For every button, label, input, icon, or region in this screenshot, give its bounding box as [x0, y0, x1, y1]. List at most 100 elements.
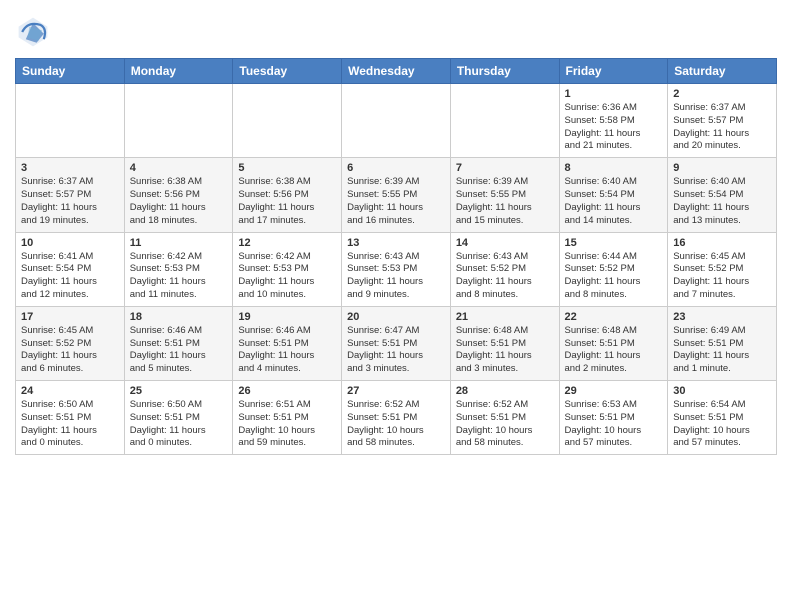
- calendar-row-4: 24 Sunrise: 6:50 AMSunset: 5:51 PMDayligh…: [16, 381, 777, 455]
- day-number: 9: [673, 162, 771, 174]
- day-info: Sunrise: 6:43 AMSunset: 5:53 PMDaylight:…: [347, 251, 445, 302]
- weekday-header-saturday: Saturday: [668, 59, 777, 84]
- calendar-cell-3-6: 23Sunrise: 6:49 AMSunset: 5:51 PMDayligh…: [668, 306, 777, 380]
- day-info: Sunrise: 6:50 AMSunset: 5:51 PMDaylight:…: [130, 399, 228, 450]
- calendar-cell-3-5: 22 Sunrise: 6:48 AMSunset: 5:51 PMDayligh…: [559, 306, 668, 380]
- calendar-cell-4-0: 24 Sunrise: 6:50 AMSunset: 5:51 PMDayligh…: [16, 381, 125, 455]
- weekday-header-wednesday: Wednesday: [342, 59, 451, 84]
- day-number: 12: [238, 237, 336, 249]
- day-number: 6: [347, 162, 445, 174]
- logo-icon: [15, 14, 51, 50]
- day-number: 24: [21, 385, 119, 397]
- day-info: Sunrise: 6:37 AMSunset: 5:57 PMDaylight:…: [21, 176, 119, 227]
- day-number: 14: [456, 237, 554, 249]
- calendar-cell-0-1: [124, 84, 233, 158]
- calendar-cell-2-3: 13 Sunrise: 6:43 AMSunset: 5:53 PMDayligh…: [342, 232, 451, 306]
- day-info: Sunrise: 6:47 AMSunset: 5:51 PMDaylight:…: [347, 325, 445, 376]
- header: [15, 10, 777, 50]
- day-info: Sunrise: 6:38 AMSunset: 5:56 PMDaylight:…: [130, 176, 228, 227]
- calendar-row-3: 17 Sunrise: 6:45 AMSunset: 5:52 PMDayligh…: [16, 306, 777, 380]
- day-number: 30: [673, 385, 771, 397]
- day-info: Sunrise: 6:45 AMSunset: 5:52 PMDaylight:…: [673, 251, 771, 302]
- day-number: 16: [673, 237, 771, 249]
- day-info: Sunrise: 6:43 AMSunset: 5:52 PMDaylight:…: [456, 251, 554, 302]
- calendar-cell-4-6: 30Sunrise: 6:54 AMSunset: 5:51 PMDayligh…: [668, 381, 777, 455]
- day-info: Sunrise: 6:46 AMSunset: 5:51 PMDaylight:…: [238, 325, 336, 376]
- day-number: 1: [565, 88, 663, 100]
- calendar-cell-1-4: 7 Sunrise: 6:39 AMSunset: 5:55 PMDaylight…: [450, 158, 559, 232]
- day-info: Sunrise: 6:37 AMSunset: 5:57 PMDaylight:…: [673, 102, 771, 153]
- day-number: 10: [21, 237, 119, 249]
- page: SundayMondayTuesdayWednesdayThursdayFrid…: [0, 0, 792, 470]
- day-number: 13: [347, 237, 445, 249]
- day-number: 28: [456, 385, 554, 397]
- day-info: Sunrise: 6:40 AMSunset: 5:54 PMDaylight:…: [565, 176, 663, 227]
- calendar-cell-2-2: 12Sunrise: 6:42 AMSunset: 5:53 PMDayligh…: [233, 232, 342, 306]
- calendar-cell-3-4: 21Sunrise: 6:48 AMSunset: 5:51 PMDayligh…: [450, 306, 559, 380]
- calendar-cell-3-1: 18Sunrise: 6:46 AMSunset: 5:51 PMDayligh…: [124, 306, 233, 380]
- day-number: 22: [565, 311, 663, 323]
- day-number: 15: [565, 237, 663, 249]
- day-info: Sunrise: 6:45 AMSunset: 5:52 PMDaylight:…: [21, 325, 119, 376]
- day-info: Sunrise: 6:42 AMSunset: 5:53 PMDaylight:…: [130, 251, 228, 302]
- day-number: 18: [130, 311, 228, 323]
- day-number: 23: [673, 311, 771, 323]
- calendar-cell-0-3: [342, 84, 451, 158]
- calendar-cell-1-3: 6 Sunrise: 6:39 AMSunset: 5:55 PMDaylight…: [342, 158, 451, 232]
- day-info: Sunrise: 6:50 AMSunset: 5:51 PMDaylight:…: [21, 399, 119, 450]
- calendar-cell-2-5: 15Sunrise: 6:44 AMSunset: 5:52 PMDayligh…: [559, 232, 668, 306]
- day-number: 3: [21, 162, 119, 174]
- day-number: 20: [347, 311, 445, 323]
- calendar-cell-4-1: 25Sunrise: 6:50 AMSunset: 5:51 PMDayligh…: [124, 381, 233, 455]
- calendar-cell-1-6: 9 Sunrise: 6:40 AMSunset: 5:54 PMDaylight…: [668, 158, 777, 232]
- day-info: Sunrise: 6:48 AMSunset: 5:51 PMDaylight:…: [565, 325, 663, 376]
- day-number: 29: [565, 385, 663, 397]
- weekday-header-sunday: Sunday: [16, 59, 125, 84]
- calendar-row-1: 3 Sunrise: 6:37 AMSunset: 5:57 PMDaylight…: [16, 158, 777, 232]
- day-number: 17: [21, 311, 119, 323]
- day-number: 19: [238, 311, 336, 323]
- weekday-header-row: SundayMondayTuesdayWednesdayThursdayFrid…: [16, 59, 777, 84]
- calendar-cell-4-5: 29 Sunrise: 6:53 AMSunset: 5:51 PMDayligh…: [559, 381, 668, 455]
- calendar-cell-0-6: 2 Sunrise: 6:37 AMSunset: 5:57 PMDaylight…: [668, 84, 777, 158]
- day-number: 8: [565, 162, 663, 174]
- calendar-cell-1-1: 4 Sunrise: 6:38 AMSunset: 5:56 PMDaylight…: [124, 158, 233, 232]
- day-number: 4: [130, 162, 228, 174]
- calendar-cell-4-2: 26Sunrise: 6:51 AMSunset: 5:51 PMDayligh…: [233, 381, 342, 455]
- day-info: Sunrise: 6:39 AMSunset: 5:55 PMDaylight:…: [347, 176, 445, 227]
- day-number: 21: [456, 311, 554, 323]
- weekday-header-thursday: Thursday: [450, 59, 559, 84]
- calendar-cell-0-0: [16, 84, 125, 158]
- day-info: Sunrise: 6:53 AMSunset: 5:51 PMDaylight:…: [565, 399, 663, 450]
- calendar-cell-0-4: [450, 84, 559, 158]
- calendar-cell-1-5: 8 Sunrise: 6:40 AMSunset: 5:54 PMDaylight…: [559, 158, 668, 232]
- calendar-cell-3-0: 17 Sunrise: 6:45 AMSunset: 5:52 PMDayligh…: [16, 306, 125, 380]
- calendar-cell-3-2: 19 Sunrise: 6:46 AMSunset: 5:51 PMDayligh…: [233, 306, 342, 380]
- day-info: Sunrise: 6:40 AMSunset: 5:54 PMDaylight:…: [673, 176, 771, 227]
- calendar-cell-2-0: 10Sunrise: 6:41 AMSunset: 5:54 PMDayligh…: [16, 232, 125, 306]
- weekday-header-friday: Friday: [559, 59, 668, 84]
- day-number: 2: [673, 88, 771, 100]
- calendar: SundayMondayTuesdayWednesdayThursdayFrid…: [15, 58, 777, 455]
- weekday-header-tuesday: Tuesday: [233, 59, 342, 84]
- day-info: Sunrise: 6:52 AMSunset: 5:51 PMDaylight:…: [347, 399, 445, 450]
- calendar-cell-2-4: 14 Sunrise: 6:43 AMSunset: 5:52 PMDayligh…: [450, 232, 559, 306]
- calendar-cell-0-5: 1Sunrise: 6:36 AMSunset: 5:58 PMDaylight…: [559, 84, 668, 158]
- day-number: 7: [456, 162, 554, 174]
- calendar-row-0: 1Sunrise: 6:36 AMSunset: 5:58 PMDaylight…: [16, 84, 777, 158]
- day-info: Sunrise: 6:52 AMSunset: 5:51 PMDaylight:…: [456, 399, 554, 450]
- day-info: Sunrise: 6:39 AMSunset: 5:55 PMDaylight:…: [456, 176, 554, 227]
- calendar-cell-1-0: 3 Sunrise: 6:37 AMSunset: 5:57 PMDaylight…: [16, 158, 125, 232]
- calendar-cell-3-3: 20 Sunrise: 6:47 AMSunset: 5:51 PMDayligh…: [342, 306, 451, 380]
- calendar-cell-2-6: 16 Sunrise: 6:45 AMSunset: 5:52 PMDayligh…: [668, 232, 777, 306]
- calendar-cell-2-1: 11Sunrise: 6:42 AMSunset: 5:53 PMDayligh…: [124, 232, 233, 306]
- calendar-row-2: 10Sunrise: 6:41 AMSunset: 5:54 PMDayligh…: [16, 232, 777, 306]
- calendar-cell-4-3: 27 Sunrise: 6:52 AMSunset: 5:51 PMDayligh…: [342, 381, 451, 455]
- calendar-cell-0-2: [233, 84, 342, 158]
- weekday-header-monday: Monday: [124, 59, 233, 84]
- day-number: 5: [238, 162, 336, 174]
- day-number: 27: [347, 385, 445, 397]
- logo: [15, 14, 55, 50]
- day-number: 26: [238, 385, 336, 397]
- calendar-cell-1-2: 5Sunrise: 6:38 AMSunset: 5:56 PMDaylight…: [233, 158, 342, 232]
